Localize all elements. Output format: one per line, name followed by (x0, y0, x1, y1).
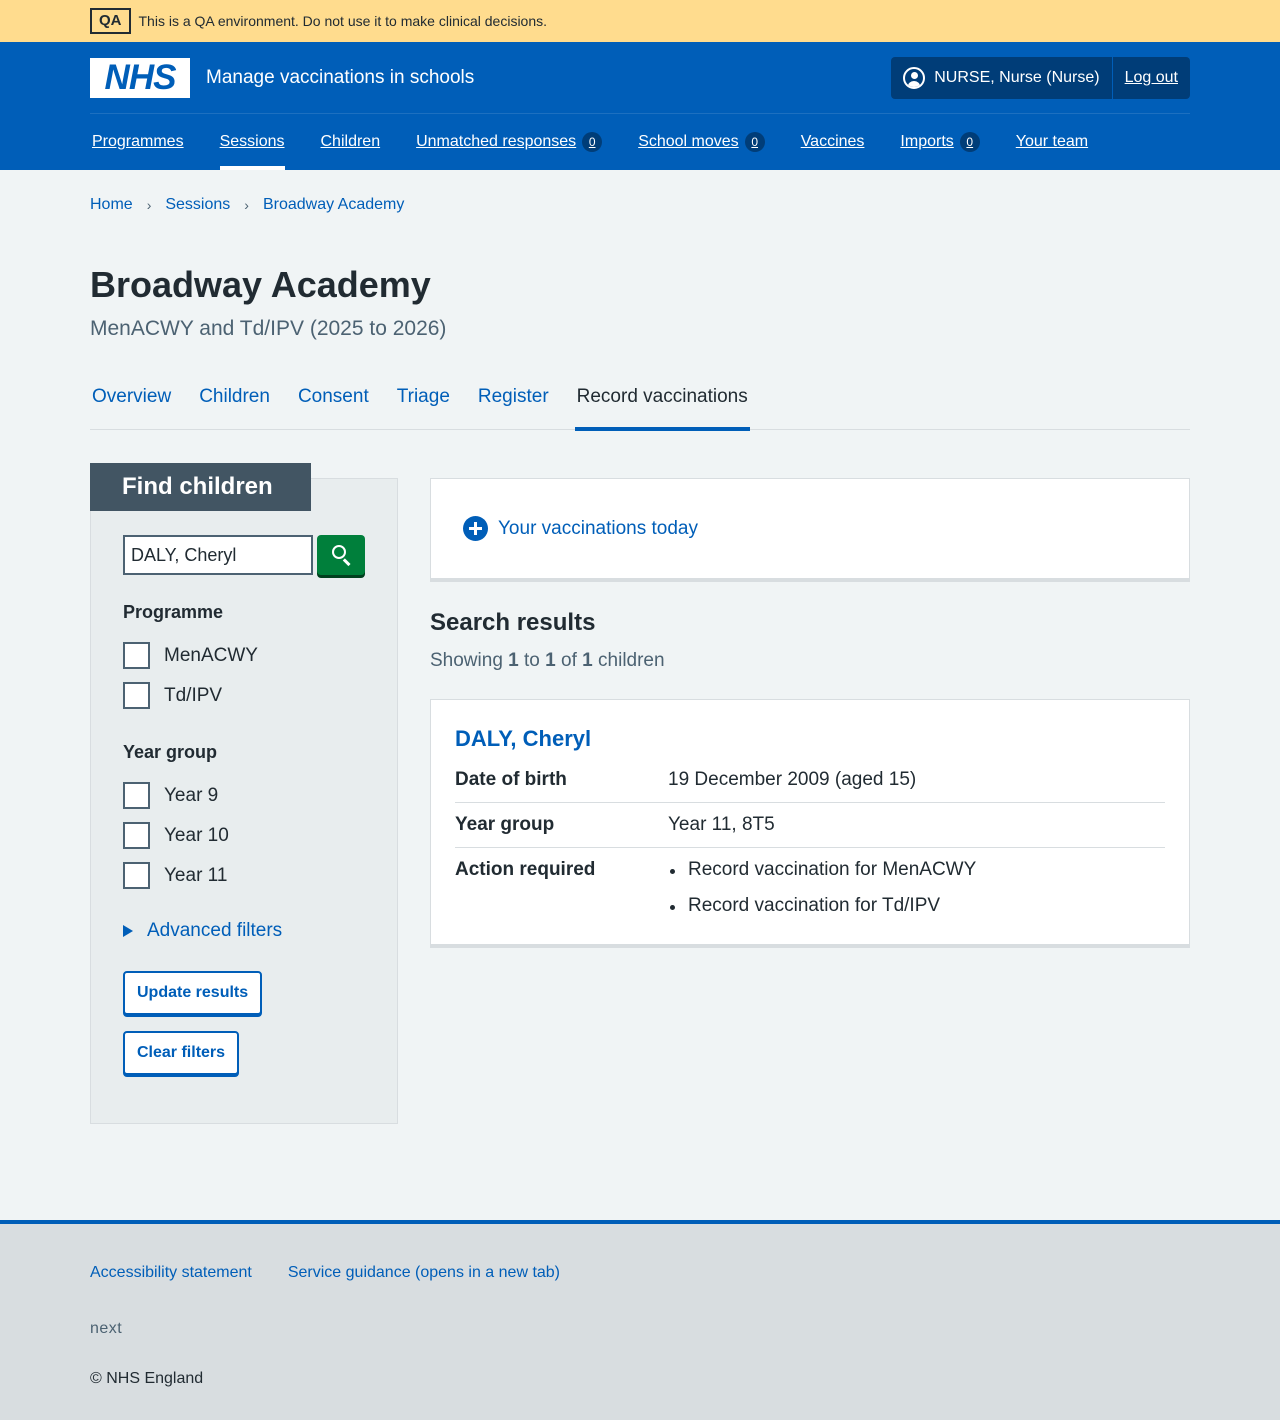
advanced-filters-toggle[interactable]: Advanced filters (123, 920, 282, 942)
filter-heading: Find children (90, 463, 311, 511)
tab-overview[interactable]: Overview (90, 376, 173, 430)
checkbox[interactable] (123, 642, 150, 669)
year-group-legend: Year group (123, 742, 218, 762)
divider (455, 847, 1165, 848)
chevron-right-icon: › (146, 197, 152, 213)
vaccinations-today-link[interactable]: Your vaccinations today (498, 518, 698, 540)
tab-register[interactable]: Register (476, 376, 551, 430)
year-checkbox-9[interactable]: Year 9 (123, 782, 218, 809)
year-checkbox-10[interactable]: Year 10 (123, 822, 229, 849)
qa-tag: QA (90, 8, 131, 34)
search-button[interactable] (317, 535, 365, 575)
breadcrumb: Home › Sessions › Broadway Academy (90, 196, 404, 214)
primary-nav: Programmes Sessions Children Unmatched r… (90, 113, 1190, 170)
triangle-right-icon (123, 925, 133, 937)
tab-record-vaccinations[interactable]: Record vaccinations (574, 376, 750, 431)
update-results-button[interactable]: Update results (123, 971, 263, 1015)
nav-school-moves[interactable]: School moves 0 (638, 114, 765, 170)
account-menu: NURSE, Nurse (Nurse) Log out (891, 57, 1190, 99)
year-group-value: Year 11, 8T5 (668, 814, 775, 835)
nav-sessions[interactable]: Sessions (219, 114, 285, 170)
qa-banner: QA This is a QA environment. Do not use … (0, 0, 1280, 42)
nav-imports[interactable]: Imports 0 (900, 114, 980, 170)
tab-children[interactable]: Children (197, 376, 272, 430)
site-header: NHS Manage vaccinations in schools NURSE… (0, 42, 1280, 170)
nav-vaccines[interactable]: Vaccines (801, 114, 865, 170)
year-checkbox-11[interactable]: Year 11 (123, 862, 227, 889)
tab-triage[interactable]: Triage (395, 376, 452, 430)
programme-checkbox-tdipv[interactable]: Td/IPV (123, 682, 222, 709)
page-caption: MenACWY and Td/IPV (2025 to 2026) (90, 317, 447, 340)
checkbox[interactable] (123, 782, 150, 809)
account-user-name: NURSE, Nurse (Nurse) (934, 69, 1100, 86)
year-group-label: Year group (455, 814, 555, 835)
logout-link[interactable]: Log out (1113, 69, 1190, 87)
checkbox[interactable] (123, 822, 150, 849)
dob-value: 19 December 2009 (aged 15) (668, 769, 917, 790)
plus-circle-icon (463, 516, 488, 541)
action-item-tdipv: Record vaccination for Td/IPV (668, 895, 976, 931)
clear-filters-button[interactable]: Clear filters (123, 1031, 240, 1075)
nhs-logo[interactable]: NHS (90, 58, 190, 98)
nav-programmes[interactable]: Programmes (92, 114, 184, 170)
action-item-menacwy: Record vaccination for MenACWY (668, 859, 976, 895)
page-title: Broadway Academy (90, 264, 431, 305)
accessibility-statement-link[interactable]: Accessibility statement (90, 1264, 252, 1282)
copyright: © NHS England (90, 1370, 204, 1387)
programme-checkbox-menacwy[interactable]: MenACWY (123, 642, 258, 669)
programme-legend: Programme (123, 602, 224, 622)
action-required-label: Action required (455, 859, 596, 880)
qa-banner-text: This is a QA environment. Do not use it … (138, 13, 548, 29)
dob-label: Date of birth (455, 769, 567, 790)
nav-your-team[interactable]: Your team (1016, 114, 1088, 170)
school-moves-count-badge: 0 (744, 132, 765, 152)
nav-children[interactable]: Children (321, 114, 381, 170)
checkbox[interactable] (123, 682, 150, 709)
divider (455, 802, 1165, 803)
site-footer: Accessibility statement Service guidance… (0, 1220, 1280, 1420)
tab-consent[interactable]: Consent (296, 376, 371, 430)
results-count: Showing 1 to 1 of 1 children (430, 650, 665, 671)
account-user: NURSE, Nurse (Nurse) (891, 57, 1113, 99)
breadcrumb-sessions[interactable]: Sessions (165, 196, 230, 214)
user-icon (903, 67, 926, 89)
nav-unmatched-responses[interactable]: Unmatched responses 0 (416, 114, 603, 170)
chevron-right-icon: › (244, 197, 249, 213)
search-icon (332, 545, 346, 559)
vaccinations-today-action[interactable]: Your vaccinations today (463, 516, 698, 541)
advanced-filters-link[interactable]: Advanced filters (147, 920, 282, 942)
action-list: Record vaccination for MenACWY Record va… (668, 859, 976, 931)
service-name[interactable]: Manage vaccinations in schools (206, 67, 474, 89)
environment-label: next (90, 1320, 123, 1337)
imports-count-badge: 0 (959, 132, 980, 152)
checkbox[interactable] (123, 862, 150, 889)
child-name-link[interactable]: DALY, Cheryl (455, 726, 591, 752)
session-tabs: Overview Children Consent Triage Registe… (90, 376, 1190, 431)
unmatched-count-badge: 0 (582, 132, 603, 152)
breadcrumb-session[interactable]: Broadway Academy (263, 196, 404, 214)
breadcrumb-home[interactable]: Home (90, 196, 133, 214)
results-title: Search results (430, 609, 596, 636)
service-guidance-link[interactable]: Service guidance (opens in a new tab) (288, 1264, 560, 1282)
search-input[interactable] (123, 535, 313, 575)
